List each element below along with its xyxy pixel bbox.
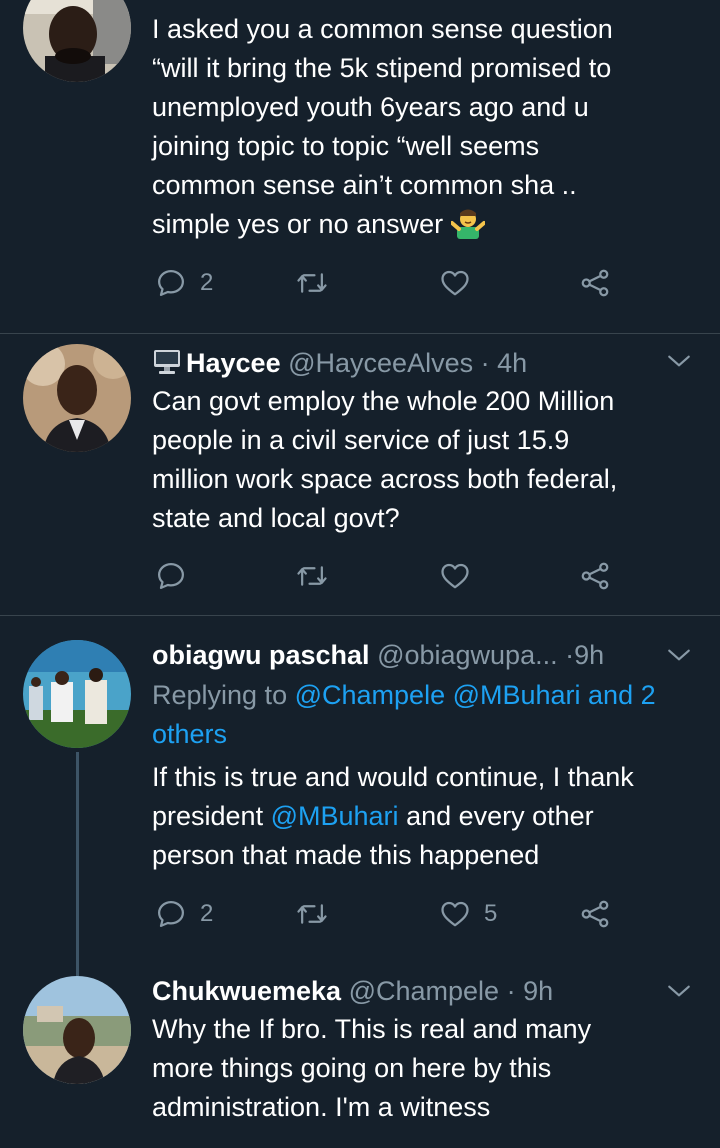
tweet-header: obiagwu paschal @obiagwupa... ·9h <box>152 638 680 672</box>
tweet-text-line: “will it bring the 5k stipend promised t… <box>152 53 612 83</box>
heart-icon <box>441 563 469 589</box>
timestamp[interactable]: 9h <box>523 976 553 1006</box>
replying-to-label: Replying to <box>152 680 288 710</box>
tweet-4[interactable]: Chukwuemeka @Champele · 9h Why the If br… <box>0 956 720 1148</box>
tweet-text-line: state and local govt? <box>152 503 400 533</box>
desktop-computer-emoji <box>152 348 182 376</box>
avatar-photo-man-portrait <box>23 344 131 452</box>
retweet-button[interactable] <box>296 263 328 303</box>
retweet-icon <box>297 273 327 293</box>
share-icon <box>581 562 609 590</box>
separator-dot: · <box>480 348 490 378</box>
mention-link[interactable]: @MBuhari <box>271 801 399 831</box>
reply-count: 2 <box>200 269 214 296</box>
reply-icon <box>158 563 184 589</box>
tweet-text: Can govt employ the whole 200 Million pe… <box>152 382 712 538</box>
tweet-text: I asked you a common sense question “wil… <box>152 10 712 244</box>
reply-icon <box>158 270 184 296</box>
reply-button[interactable] <box>156 556 186 596</box>
share-icon <box>581 900 609 928</box>
tweet-text: Why the If bro. This is real and many mo… <box>152 1010 712 1127</box>
reply-button[interactable]: 2 <box>156 894 213 934</box>
tweet-text-line: common sense ain’t common sha .. <box>152 170 577 200</box>
reply-icon <box>158 901 184 927</box>
tweet-text-line: people in a civil service of just 15.9 <box>152 425 570 455</box>
tweet-text-line: unemployed youth 6years ago and u <box>152 92 589 122</box>
tweet-text-line: Why the If bro. This is real and many <box>152 1014 592 1044</box>
tweet-text-line: administration. I'm a witness <box>152 1092 491 1122</box>
replying-to-mentions[interactable]: @Champele @MBuhari and 2 <box>295 680 656 710</box>
tweet-text-line: Can govt employ the whole 200 Million <box>152 386 615 416</box>
tweet-actions: 2 <box>152 263 622 303</box>
tweet-text-line: I asked you a common sense question <box>152 14 613 44</box>
avatar-chukwuemeka[interactable] <box>23 976 131 1084</box>
tweet-actions <box>152 556 622 596</box>
tweet-text-line: million work space across both federal, <box>152 464 618 494</box>
share-button[interactable] <box>580 556 610 596</box>
display-name[interactable]: Chukwuemeka <box>152 976 341 1006</box>
tweet-text-line: more things going on here by this <box>152 1053 552 1083</box>
replying-to: Replying to @Champele @MBuhari and 2 oth… <box>152 676 712 754</box>
tweet-header: Haycee @HayceeAlves · 4h <box>152 346 680 380</box>
replying-to-line: Replying to @Champele @MBuhari and 2 <box>152 676 712 715</box>
user-handle[interactable]: @HayceeAlves <box>288 348 473 378</box>
avatar-tweet-1[interactable] <box>23 0 131 82</box>
thread-connector-line <box>76 956 79 976</box>
user-handle[interactable]: @obiagwupa... <box>377 640 558 670</box>
heart-icon <box>441 901 469 927</box>
tweet-text-line: president @MBuhari and every other <box>152 801 594 831</box>
tweet-2[interactable]: Haycee @HayceeAlves · 4h Can govt employ… <box>0 334 720 614</box>
retweet-button[interactable] <box>296 556 328 596</box>
separator-dot: · <box>506 976 516 1006</box>
share-button[interactable] <box>580 894 610 934</box>
separator-dot: · <box>565 640 575 670</box>
like-button[interactable] <box>440 263 470 303</box>
like-button[interactable]: 5 <box>440 894 497 934</box>
tweet-actions: 2 5 <box>152 894 622 934</box>
like-button[interactable] <box>440 556 470 596</box>
reply-button[interactable]: 2 <box>156 263 213 303</box>
tweet-header: Chukwuemeka @Champele · 9h <box>152 974 680 1008</box>
tweet-text-line: person that made this happened <box>152 840 540 870</box>
chevron-down-icon[interactable] <box>666 348 692 374</box>
retweet-icon <box>297 904 327 924</box>
avatar-photo-man-in-car <box>23 0 131 82</box>
heart-icon <box>441 270 469 296</box>
timestamp[interactable]: 9h <box>574 640 604 670</box>
tweet-1[interactable]: I asked you a common sense question “wil… <box>0 0 720 333</box>
avatar-photo-event-speakers <box>23 640 131 748</box>
tweet-text-line: joining topic to topic “well seems <box>152 131 540 161</box>
chevron-down-icon[interactable] <box>666 642 692 668</box>
thread-connector-line <box>76 752 79 964</box>
chevron-down-icon[interactable] <box>666 978 692 1004</box>
tweet-thread: I asked you a common sense question “wil… <box>0 0 720 1148</box>
avatar-photo-man-outdoors <box>23 976 131 1084</box>
tweet-text: If this is true and would continue, I th… <box>152 758 712 875</box>
avatar-haycee[interactable] <box>23 344 131 452</box>
retweet-button[interactable] <box>296 894 328 934</box>
reply-count: 2 <box>200 900 214 927</box>
share-icon <box>581 269 609 297</box>
tweet-text-line: simple yes or no answer <box>152 205 712 244</box>
man-shrugging-emoji <box>449 207 486 239</box>
display-name[interactable]: Haycee <box>186 348 281 378</box>
avatar-obiagwu-paschal[interactable] <box>23 640 131 748</box>
replying-to-others-link[interactable]: others <box>152 715 712 754</box>
timestamp[interactable]: 4h <box>497 348 527 378</box>
tweet-text-line: If this is true and would continue, I th… <box>152 762 634 792</box>
tweet-3[interactable]: obiagwu paschal @obiagwupa... ·9h Replyi… <box>0 616 720 964</box>
retweet-icon <box>297 566 327 586</box>
share-button[interactable] <box>580 263 610 303</box>
like-count: 5 <box>484 900 498 927</box>
user-handle[interactable]: @Champele <box>349 976 499 1006</box>
display-name[interactable]: obiagwu paschal <box>152 640 370 670</box>
